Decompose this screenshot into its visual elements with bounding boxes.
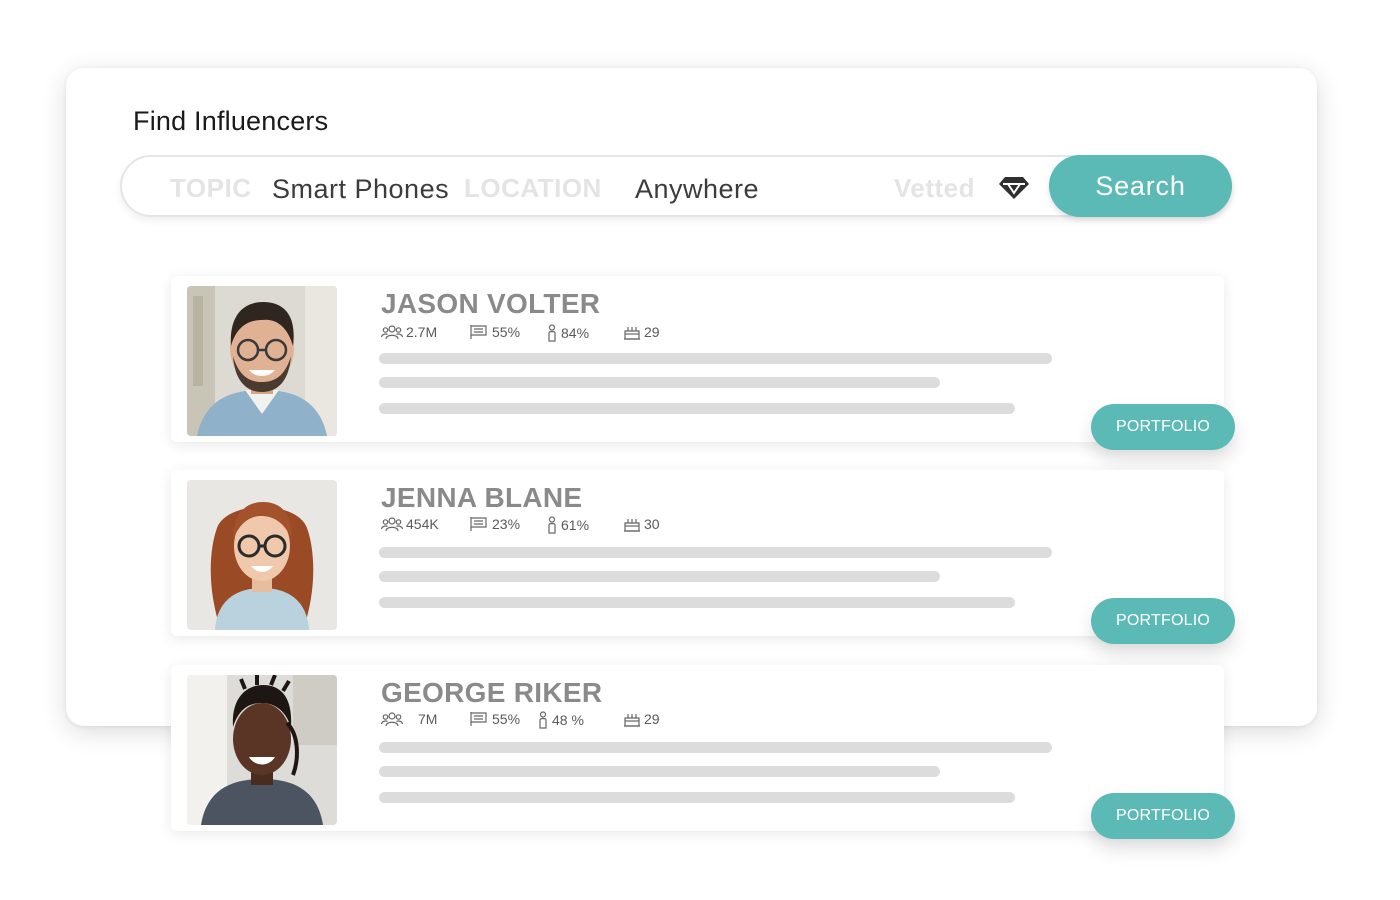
description-placeholder — [379, 353, 1052, 364]
location-label: LOCATION — [464, 173, 602, 203]
flag-icon — [470, 325, 487, 339]
followers-stat: 454K — [381, 516, 439, 532]
person-icon — [548, 324, 556, 342]
country-value: 23% — [492, 516, 521, 532]
location-input[interactable]: Anywhere — [635, 174, 759, 205]
age-value: 29 — [644, 711, 660, 727]
vetted-toggle-label[interactable]: Vetted — [894, 173, 975, 204]
country-stat: 55% — [469, 711, 520, 727]
search-button[interactable]: Search — [1049, 155, 1232, 217]
users-icon — [381, 517, 403, 532]
gender-stat: 84% — [546, 324, 589, 342]
description-placeholder — [379, 377, 940, 388]
influencer-card: JASON VOLTER 2.7M 55% 84% 29 PORTFOLIO — [171, 276, 1235, 450]
search-bar: TOPIC Smart Phones LOCATION Anywhere Vet… — [120, 155, 1232, 217]
gender-value: 84% — [561, 325, 590, 341]
portfolio-button[interactable]: PORTFOLIO — [1091, 793, 1235, 839]
stats-row: 2.7M 55% 84% 29 — [381, 324, 881, 344]
followers-value: 7M — [418, 711, 438, 727]
avatar — [187, 286, 337, 436]
portfolio-button[interactable]: PORTFOLIO — [1091, 598, 1235, 644]
users-icon — [381, 712, 403, 727]
gender-stat: 61% — [546, 516, 589, 534]
description-placeholder — [379, 403, 1015, 414]
description-placeholder — [379, 766, 940, 777]
followers-stat: 2.7M — [381, 324, 437, 340]
country-stat: 55% — [469, 324, 520, 340]
gender-value: 48 % — [552, 712, 584, 728]
page-title: Find Influencers — [133, 106, 329, 136]
users-icon — [381, 325, 403, 340]
description-placeholder — [379, 792, 1015, 803]
age-stat: 29 — [623, 711, 660, 727]
topic-label: TOPIC — [170, 173, 252, 203]
cake-icon — [624, 327, 640, 340]
stats-row: 454K 23% 61% 30 — [381, 516, 881, 536]
avatar — [187, 480, 337, 630]
gender-stat: 48 % — [537, 711, 584, 729]
portfolio-button[interactable]: PORTFOLIO — [1091, 404, 1235, 450]
influencer-name: JASON VOLTER — [381, 288, 601, 319]
influencer-name: JENNA BLANE — [381, 482, 583, 513]
country-stat: 23% — [469, 516, 520, 532]
age-value: 30 — [644, 516, 660, 532]
person-icon — [539, 711, 547, 729]
influencer-name: GEORGE RIKER — [381, 677, 603, 708]
age-stat: 29 — [623, 324, 660, 340]
flag-icon — [470, 712, 487, 726]
followers-value: 2.7M — [406, 324, 438, 340]
cake-icon — [624, 714, 640, 727]
followers-value: 454K — [406, 516, 439, 532]
age-value: 29 — [644, 324, 660, 340]
influencer-card: JENNA BLANE 454K 23% 61% 30 PORTFOLIO — [171, 470, 1235, 644]
followers-stat: 7M — [381, 711, 437, 727]
topic-input[interactable]: Smart Phones — [272, 174, 449, 205]
stats-row: 7M 55% 48 % 29 — [381, 711, 881, 731]
gender-value: 61% — [561, 517, 590, 533]
description-placeholder — [379, 742, 1052, 753]
person-icon — [548, 516, 556, 534]
description-placeholder — [379, 571, 940, 582]
country-value: 55% — [492, 711, 521, 727]
description-placeholder — [379, 547, 1052, 558]
diamond-icon[interactable] — [998, 175, 1030, 201]
age-stat: 30 — [623, 516, 660, 532]
influencer-card: GEORGE RIKER 7M 55% 48 % 29 PORTFOLIO — [171, 665, 1235, 839]
flag-icon — [470, 517, 487, 531]
country-value: 55% — [492, 324, 521, 340]
description-placeholder — [379, 597, 1015, 608]
cake-icon — [624, 519, 640, 532]
avatar — [187, 675, 337, 825]
